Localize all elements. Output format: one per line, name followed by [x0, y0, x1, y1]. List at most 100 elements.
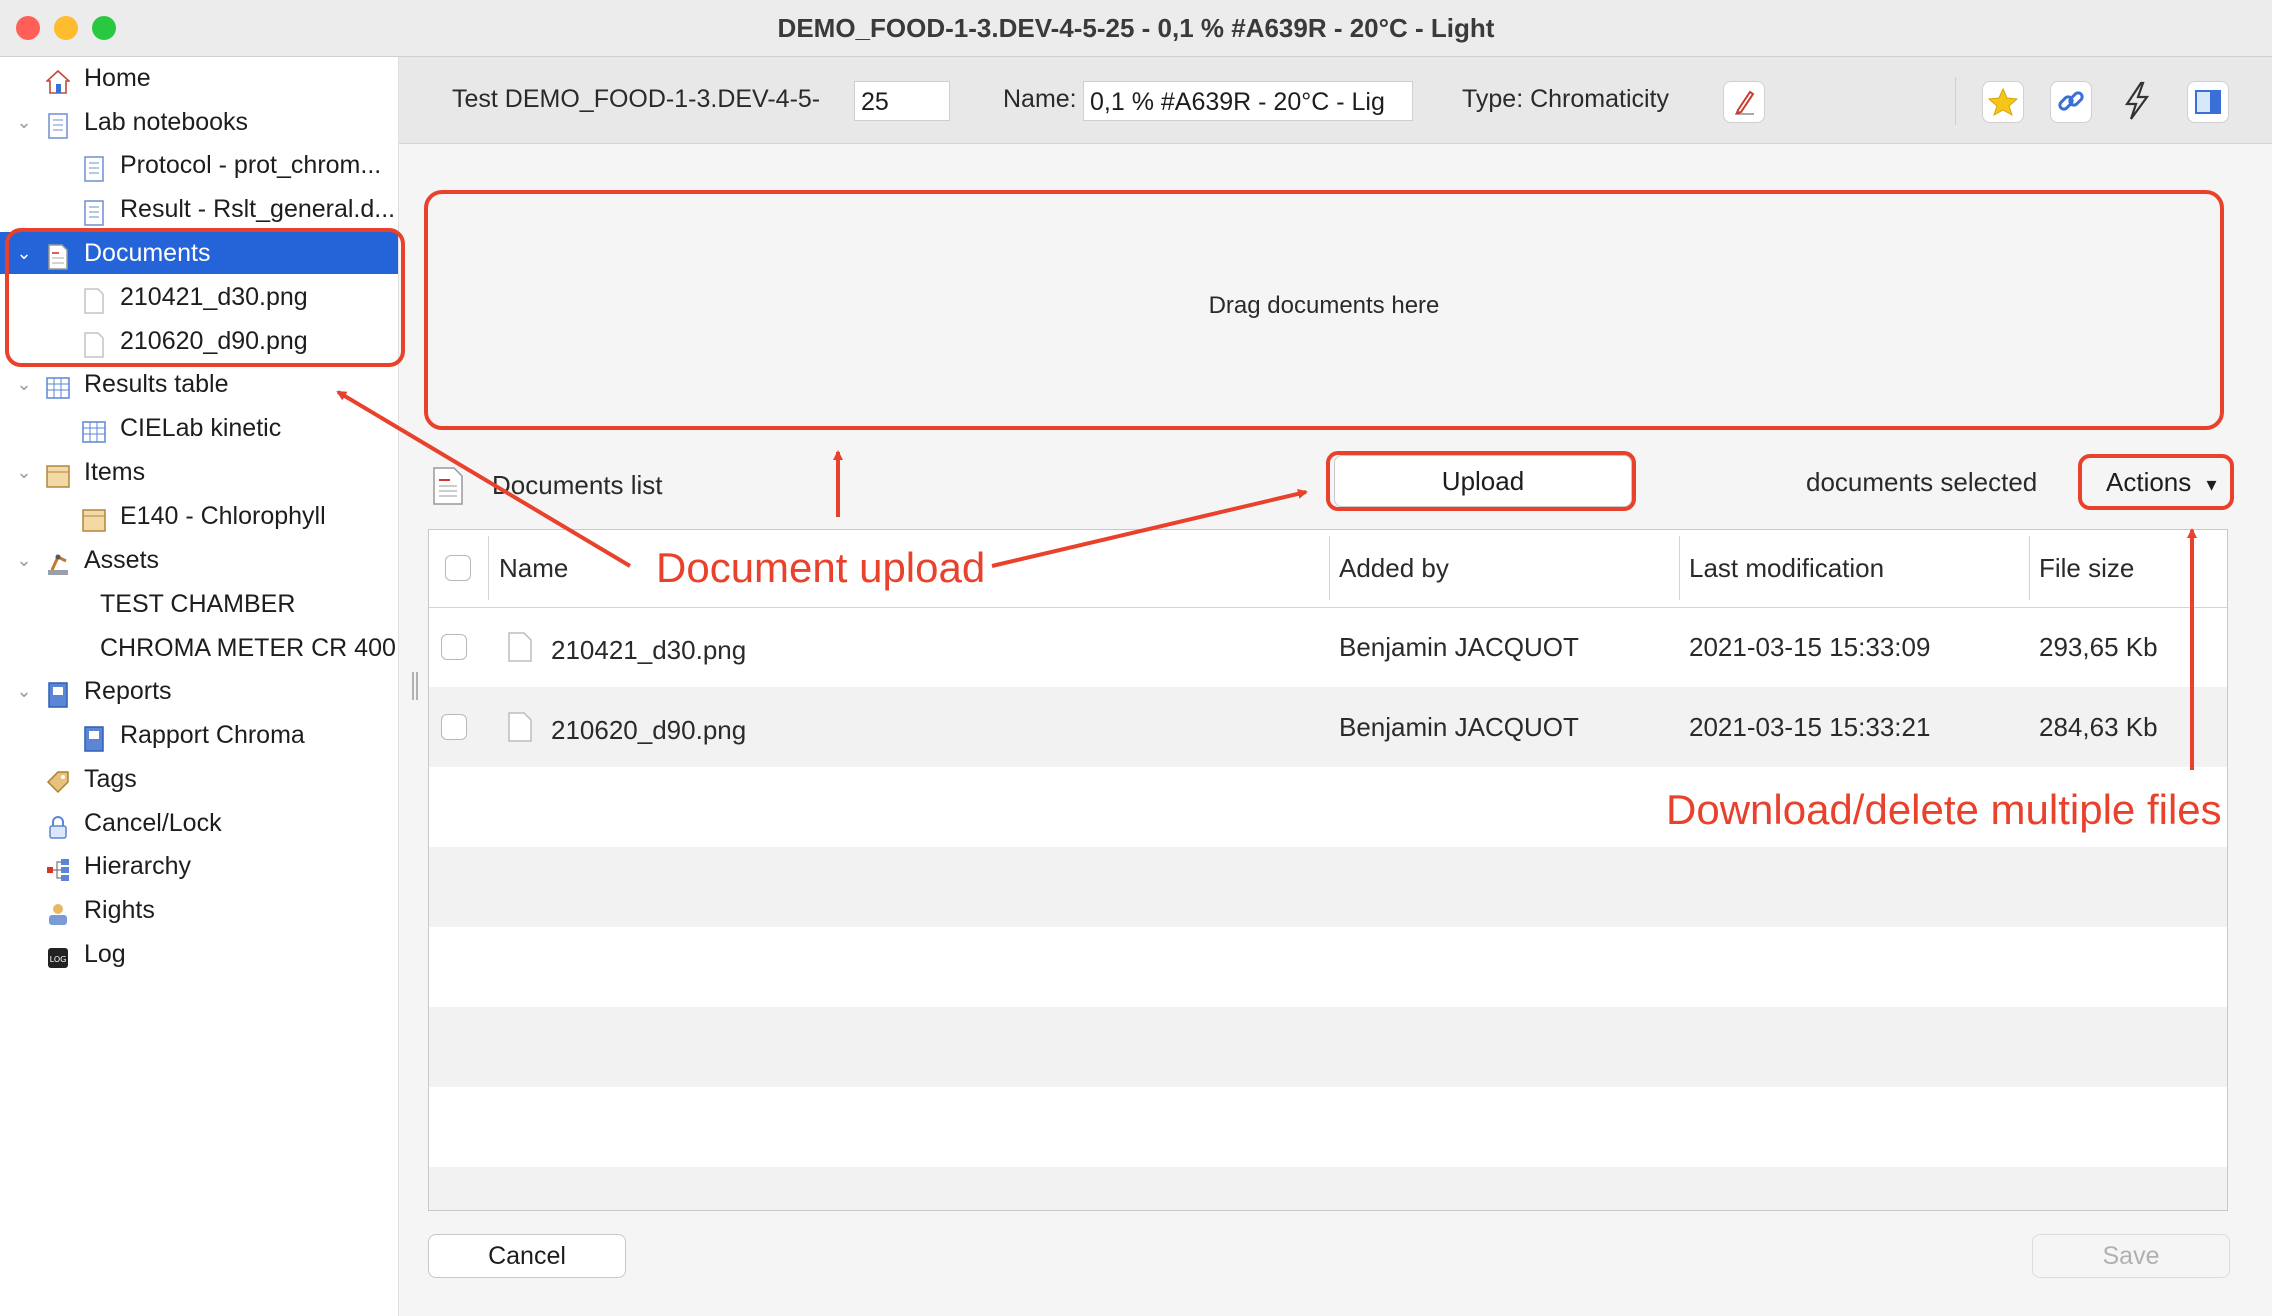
test-label: Test DEMO_FOOD-1-3.DEV-4-5- — [452, 85, 821, 113]
documents-list-label: Documents list — [492, 470, 663, 500]
result-icon — [82, 197, 106, 226]
row-checkbox[interactable] — [441, 714, 467, 740]
documents-selected-label: documents selected — [1806, 467, 2038, 497]
sidebar-item-label: Lab notebooks — [84, 108, 249, 136]
lightning-icon — [2124, 81, 2150, 120]
sidebar-item-items[interactable]: ⌄ Items — [0, 451, 398, 493]
panel-toggle-button[interactable] — [2187, 81, 2229, 123]
row-added-by: Benjamin JACQUOT — [1339, 632, 1579, 662]
sidebar-item-results-table[interactable]: ⌄ Results table — [0, 363, 398, 405]
log-icon: LOG — [46, 942, 70, 968]
sidebar-item-lab-notebooks[interactable]: ⌄ Lab notebooks — [0, 101, 398, 143]
splitter-handle[interactable] — [410, 670, 420, 702]
hierarchy-icon — [46, 854, 70, 881]
column-header-last-modification[interactable]: Last modification — [1689, 530, 1884, 607]
test-number-field[interactable]: 25 — [854, 81, 950, 121]
row-name[interactable]: 210421_d30.png — [551, 610, 746, 690]
row-last-modification: 2021-03-15 15:33:09 — [1689, 632, 1931, 662]
sidebar-item-label: Rights — [84, 896, 155, 924]
edit-type-button[interactable] — [1723, 81, 1765, 123]
chevron-down-icon[interactable]: ⌄ — [14, 101, 34, 143]
name-field[interactable]: 0,1 % #A639R - 20°C - Lig — [1083, 81, 1413, 121]
tag-icon — [46, 767, 70, 794]
file-icon — [508, 712, 532, 742]
window-title: DEMO_FOOD-1-3.DEV-4-5-25 - 0,1 % #A639R … — [777, 13, 1495, 43]
actions-lightning-button[interactable] — [2115, 79, 2159, 123]
protocol-icon — [82, 153, 106, 182]
home-icon — [44, 66, 72, 94]
row-name[interactable]: 210620_d90.png — [551, 690, 746, 770]
type-label: Type: Chromaticity — [1462, 85, 1670, 113]
link-button[interactable] — [2050, 81, 2092, 123]
sidebar-item-label: Log — [84, 940, 126, 968]
save-button[interactable]: Save — [2032, 1234, 2230, 1278]
report-icon — [46, 679, 70, 708]
sidebar-item-cancel-lock[interactable]: Cancel/Lock — [0, 802, 398, 844]
box-icon — [46, 460, 70, 488]
select-all-checkbox[interactable] — [445, 555, 471, 581]
chevron-down-icon[interactable]: ⌄ — [14, 539, 34, 581]
sidebar-item-label: Result - Rslt_general.d... — [120, 195, 396, 223]
sidebar-item-label: Items — [84, 458, 146, 486]
actions-highlight — [2078, 454, 2234, 510]
sidebar-item-assets[interactable]: ⌄ Assets — [0, 539, 398, 581]
sidebar-item-reports[interactable]: ⌄ Reports — [0, 670, 398, 712]
row-file-size: 284,63 Kb — [2039, 712, 2158, 742]
edit-icon — [1735, 90, 1755, 115]
annotation-download-delete: Download/delete multiple files — [1666, 786, 2222, 833]
row-last-modification: 2021-03-15 15:33:21 — [1689, 712, 1931, 742]
assets-icon — [46, 548, 70, 575]
svg-text:LOG: LOG — [50, 955, 67, 964]
box-icon — [82, 504, 106, 532]
row-file-size: 293,65 Kb — [2039, 632, 2158, 662]
sidebar-item-label: Results table — [84, 370, 229, 398]
column-header-name[interactable]: Name — [499, 530, 568, 607]
table-row[interactable]: 210620_d90.png Benjamin JACQUOT 2021-03-… — [429, 687, 2227, 770]
document-dropzone[interactable]: Drag documents here — [424, 190, 2224, 430]
sidebar-item-rights[interactable]: Rights — [0, 889, 398, 931]
name-label: Name: — [1003, 85, 1077, 113]
sidebar-item-test-chamber[interactable]: TEST CHAMBER — [0, 583, 398, 625]
sidebar-item-rapport-chroma[interactable]: Rapport Chroma — [0, 714, 398, 756]
row-added-by: Benjamin JACQUOT — [1339, 712, 1579, 742]
empty-row — [429, 1167, 2227, 1210]
column-divider — [2029, 536, 2030, 600]
dropzone-label: Drag documents here — [1208, 292, 1440, 319]
file-icon — [508, 632, 532, 662]
sidebar-item-e140-chlorophyll[interactable]: E140 - Chlorophyll — [0, 495, 398, 537]
sidebar-item-protocol-prot-chrom[interactable]: Protocol - prot_chrom... — [0, 144, 398, 186]
chevron-down-icon[interactable]: ⌄ — [14, 363, 34, 405]
sidebar-item-log[interactable]: LOG Log — [0, 933, 398, 975]
sidebar-item-tags[interactable]: Tags — [0, 758, 398, 800]
sidebar-item-label: Hierarchy — [84, 852, 191, 880]
window-titlebar: DEMO_FOOD-1-3.DEV-4-5-25 - 0,1 % #A639R … — [0, 0, 2272, 57]
sidebar-item-hierarchy[interactable]: Hierarchy — [0, 845, 398, 887]
notebook-icon — [46, 110, 70, 139]
sidebar-item-label: Rapport Chroma — [120, 721, 305, 749]
chevron-down-icon[interactable]: ⌄ — [14, 451, 34, 493]
sidebar-item-label: CIELab kinetic — [120, 414, 282, 442]
sidebar-item-home[interactable]: Home — [0, 57, 398, 99]
rights-icon — [46, 898, 70, 925]
lock-icon — [46, 811, 70, 839]
row-checkbox[interactable] — [441, 634, 467, 660]
documents-highlight — [5, 228, 405, 367]
column-header-added-by[interactable]: Added by — [1339, 530, 1449, 607]
table-icon — [46, 372, 70, 399]
sidebar-item-label: Reports — [84, 677, 172, 705]
column-divider — [1329, 536, 1330, 600]
table-row[interactable]: 210421_d30.png Benjamin JACQUOT 2021-03-… — [429, 607, 2227, 690]
cancel-button[interactable]: Cancel — [428, 1234, 626, 1278]
table-icon — [82, 416, 106, 443]
sidebar-item-cielab-kinetic[interactable]: CIELab kinetic — [0, 407, 398, 449]
favorite-button[interactable] — [1982, 81, 2024, 123]
panel-icon — [2195, 90, 2221, 114]
document-list-icon — [433, 467, 463, 505]
annotation-document-upload: Document upload — [656, 544, 986, 591]
chevron-down-icon[interactable]: ⌄ — [14, 670, 34, 712]
sidebar-item-label: Protocol - prot_chrom... — [120, 151, 382, 179]
sidebar-item-chroma-meter-cr-400[interactable]: CHROMA METER CR 400 — [0, 627, 398, 669]
column-divider — [488, 536, 489, 600]
column-header-file-size[interactable]: File size — [2039, 530, 2134, 607]
sidebar-item-result-rslt-general-d[interactable]: Result - Rslt_general.d... — [0, 188, 398, 230]
